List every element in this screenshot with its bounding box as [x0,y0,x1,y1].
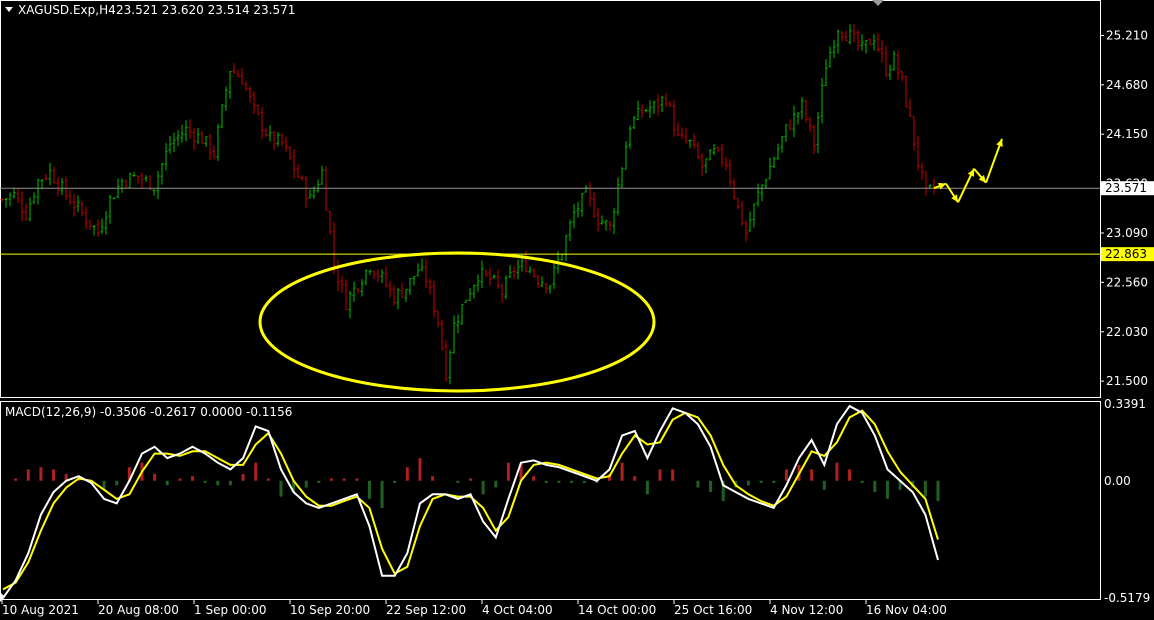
time-tick-label: 10 Aug 2021 [2,603,79,617]
price-tick-label: 21.500 [1106,374,1148,388]
price-pane-frame [0,0,1101,398]
annotations [258,138,1003,393]
price-axis: 25.21024.68024.15023.62023.09022.56022.0… [1100,28,1148,388]
ohlc-label: 23.521 23.620 23.514 23.571 [116,3,295,17]
time-tick-label: 4 Oct 04:00 [482,603,553,617]
time-tick-label: 10 Sep 20:00 [290,603,370,617]
time-tick-label: 25 Oct 16:00 [674,603,752,617]
symbol-label: XAGUSD.Exp,H4 [18,3,116,17]
time-tick-label: 4 Nov 12:00 [770,603,843,617]
price-tick-label: 25.210 [1106,28,1148,42]
support-price-value: 22.863 [1105,247,1147,261]
symbol-dropdown-icon[interactable] [5,7,13,12]
time-tick-label: 1 Sep 00:00 [194,603,266,617]
macd-axis: 0.3391 0.00 -0.5179 [1104,397,1150,605]
time-tick-label: 22 Sep 12:00 [386,603,466,617]
macd-tick-label: 0.00 [1104,474,1131,488]
time-axis: 10 Aug 2021 20 Aug 08:00 1 Sep 00:00 10 Sep… [1,600,947,617]
consolidation-ellipse [258,251,656,393]
time-tick-label: 20 Aug 08:00 [98,603,179,617]
macd-pane-frame [0,401,1101,600]
time-tick-label: 16 Nov 04:00 [866,603,947,617]
macd-lines [2,404,939,599]
current-price-value: 23.571 [1105,181,1147,195]
price-tick-label: 24.150 [1106,127,1148,141]
time-tick-label: 14 Oct 00:00 [578,603,656,617]
signal-line [2,409,939,591]
macd-tick-label: -0.5179 [1104,591,1150,605]
chart-shift-marker-icon[interactable] [872,0,884,6]
macd-tick-label: 0.3391 [1104,397,1146,411]
macd-line [2,404,939,599]
chart-canvas: 25.21024.68024.15023.62023.09022.56022.0… [0,0,1154,617]
candlestick-series [0,24,936,385]
price-tick-label: 22.030 [1106,325,1148,339]
macd-histogram [14,458,940,508]
price-tick-label: 24.680 [1106,78,1148,92]
price-tick-label: 22.560 [1106,275,1148,289]
price-tick-label: 23.090 [1106,226,1148,240]
macd-label: MACD(12,26,9) -0.3506 -0.2617 0.0000 -0.… [5,405,292,419]
price-levels: 23.571 22.863 [0,181,1154,262]
